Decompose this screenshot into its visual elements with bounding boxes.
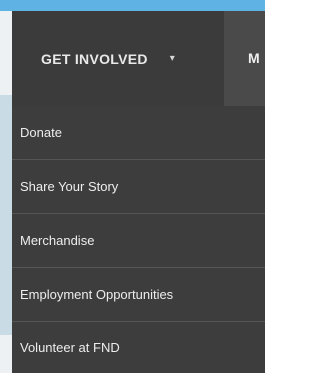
menu-item-merchandise[interactable]: Merchandise xyxy=(12,214,265,268)
menu-item-employment-opportunities[interactable]: Employment Opportunities xyxy=(12,268,265,322)
menu-item-label: Merchandise xyxy=(20,233,95,248)
caret-down-icon: ▾ xyxy=(169,53,175,64)
menu-item-label: Donate xyxy=(20,125,62,140)
menu-item-label: Share Your Story xyxy=(20,179,119,194)
menu-item-volunteer-at-fnd[interactable]: Volunteer at FND xyxy=(12,322,265,373)
menu-item-share-your-story[interactable]: Share Your Story xyxy=(12,160,265,214)
menu-item-label: Employment Opportunities xyxy=(20,287,174,302)
menu-item-label: Volunteer at FND xyxy=(20,340,120,355)
nav-item-get-involved[interactable]: GET INVOLVED ▾ xyxy=(12,11,224,106)
nav-item-next-partial[interactable]: M xyxy=(248,50,260,66)
get-involved-dropdown-menu: Donate Share Your Story Merchandise Empl… xyxy=(12,106,265,373)
top-accent-strip xyxy=(0,0,265,11)
background-image-edge xyxy=(0,95,12,335)
nav-item-label: GET INVOLVED xyxy=(41,50,148,67)
menu-item-donate[interactable]: Donate xyxy=(12,106,265,160)
